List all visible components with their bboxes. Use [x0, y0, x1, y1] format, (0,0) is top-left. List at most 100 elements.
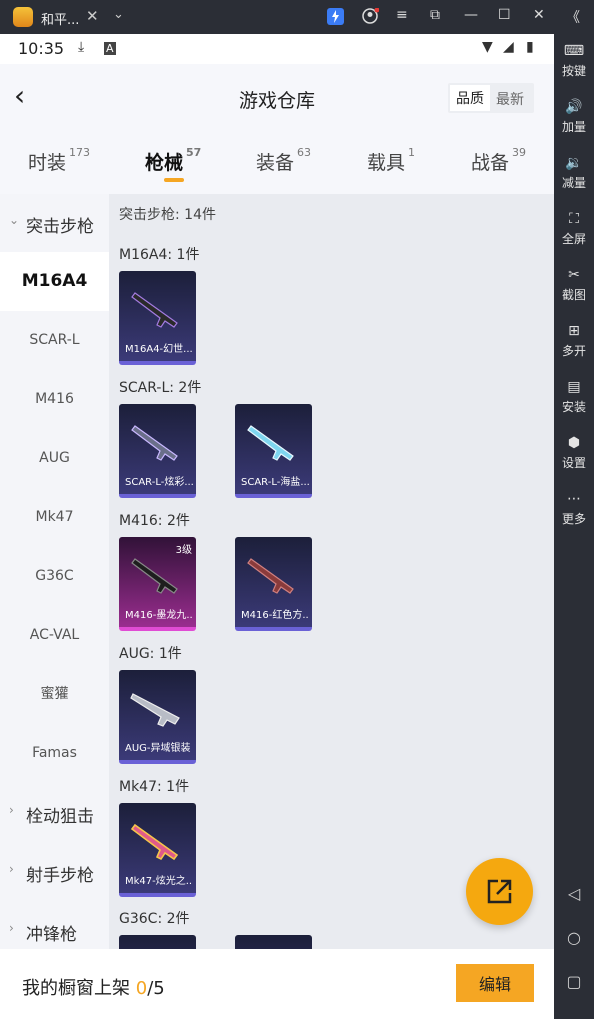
skin-card[interactable] [235, 935, 312, 949]
category-tabs: 时装 173 枪械 57 装备 63 载具 1 战备 39 [0, 132, 554, 194]
edit-button[interactable]: 编辑 [456, 964, 534, 1002]
nav-group-smg[interactable]: › 冲锋枪 [0, 902, 109, 949]
sort-quality-button[interactable]: 品质 [450, 85, 490, 111]
phone-status-bar: 10:35 ⤓ A ▼ ◢ ▮ [0, 34, 554, 64]
showcase-bar: 我的橱窗上架 0/5 编辑 [0, 949, 554, 1019]
tab-supplies[interactable]: 战备 39 [471, 146, 526, 175]
accelerator-icon[interactable] [327, 8, 344, 29]
tab-vehicles[interactable]: 载具 1 [367, 146, 415, 175]
section-title: M416: 2件 [119, 513, 190, 529]
apk-install-button[interactable]: ▤ 安装 [554, 378, 594, 415]
section-title: G36C: 2件 [119, 911, 190, 927]
status-time: 10:35 [18, 39, 65, 58]
more-icon: ⋯ [567, 491, 581, 507]
window-close-icon[interactable]: ✕ [533, 7, 545, 23]
rifle-icon [247, 558, 294, 594]
tab-close-icon[interactable]: ✕ [86, 7, 99, 25]
category-total: 突击步枪: 14件 [119, 207, 216, 223]
recents-nav-icon[interactable]: ▢ [554, 972, 594, 991]
volume-down-button[interactable]: 🔉 减量 [554, 154, 594, 191]
chevron-down-icon: ⌄ [9, 213, 20, 227]
skin-card[interactable]: SCAR-L-炫彩... [119, 404, 196, 498]
section-title: SCAR-L: 2件 [119, 380, 202, 396]
keyboard-button[interactable]: ⌨ 按键 [554, 42, 594, 79]
skin-name: M416-红色方... [241, 610, 309, 621]
more-button[interactable]: ⋯ 更多 [554, 490, 594, 527]
app-icon [13, 7, 33, 27]
rifle-icon [247, 425, 294, 461]
chevron-right-icon: › [9, 862, 14, 876]
skin-card[interactable]: 3级 M416-墨龙九... [119, 537, 196, 631]
tab-fashion[interactable]: 时装 173 [28, 146, 90, 175]
chevron-right-icon: › [9, 803, 14, 817]
rifle-icon [131, 292, 178, 328]
sort-latest-button[interactable]: 最新 [496, 89, 524, 109]
rifle-icon [131, 558, 178, 594]
rifle-icon [130, 823, 179, 861]
skin-name: M16A4-幻世... [125, 344, 193, 355]
tab-equipment[interactable]: 装备 63 [256, 146, 311, 175]
nav-item-m16a4[interactable]: M16A4 [0, 252, 109, 311]
skin-card[interactable]: SCAR-L-海盐... [235, 404, 312, 498]
rifle-icon [130, 693, 180, 727]
skin-card[interactable]: M16A4-幻世... [119, 271, 196, 365]
collapse-sidebar-icon[interactable]: 《 [566, 7, 580, 27]
nav-item-mk47[interactable]: Mk47 [0, 488, 109, 547]
skin-name: Mk47-炫光之... [125, 876, 193, 887]
minimize-icon[interactable]: — [464, 7, 478, 23]
section-title: AUG: 1件 [119, 646, 182, 662]
fullscreen-button[interactable]: ⛶ 全屏 [554, 210, 594, 247]
skin-name: SCAR-L-炫彩... [125, 477, 193, 488]
emulator-title-bar: 和平... ✕ ⌄ ≡ ⧉ — ☐ ✕ 《 [0, 0, 594, 34]
skin-card[interactable] [119, 935, 196, 949]
notification-icon: A [104, 42, 116, 55]
chevron-right-icon: › [9, 921, 14, 935]
menu-icon[interactable]: ≡ [396, 7, 408, 23]
tab-firearms[interactable]: 枪械 57 [145, 146, 201, 175]
active-tab-indicator [164, 178, 184, 182]
showcase-status: 我的橱窗上架 0/5 [22, 978, 165, 999]
fullscreen-icon: ⛶ [569, 211, 579, 227]
sort-toggle: 品质 最新 [448, 83, 534, 113]
nav-item-famas[interactable]: Famas [0, 724, 109, 783]
page-header: ‹ 游戏仓库 品质 最新 [0, 64, 554, 132]
maximize-icon[interactable]: ☐ [498, 7, 511, 23]
skin-card[interactable]: AUG-异域银装 [119, 670, 196, 764]
tab-menu-chevron-icon[interactable]: ⌄ [113, 7, 124, 22]
signal-icon: ◢ [503, 39, 514, 55]
share-fab[interactable] [466, 858, 533, 925]
rifle-icon [131, 425, 178, 461]
nav-group-marksman[interactable]: › 射手步枪 [0, 843, 109, 901]
nav-item-g36c[interactable]: G36C [0, 547, 109, 606]
volume-up-button[interactable]: 🔊 加量 [554, 98, 594, 135]
settings-button[interactable]: ⬢ 设置 [554, 434, 594, 471]
nav-group-bolt-action[interactable]: › 栓动狙击 [0, 784, 109, 842]
account-icon[interactable] [362, 7, 380, 29]
nav-item-aug[interactable]: AUG [0, 429, 109, 488]
nav-item-m416[interactable]: M416 [0, 370, 109, 429]
keyboard-icon: ⌨ [563, 43, 585, 59]
nav-item-honey-badger[interactable]: 蜜獾 [0, 665, 109, 724]
home-nav-icon[interactable]: ○ [554, 928, 594, 947]
section-title: Mk47: 1件 [119, 779, 190, 795]
screenshot-button[interactable]: ✂ 截图 [554, 266, 594, 303]
wifi-icon: ▼ [482, 39, 493, 55]
share-out-icon [487, 879, 512, 904]
back-nav-icon[interactable]: ◁ [554, 884, 594, 903]
emulator-sidebar: ⌨ 按键 🔊 加量 🔉 减量 ⛶ 全屏 ✂ 截图 ⊞ 多开 ▤ 安装 ⬢ 设置 ⋯ 更多 ◁ ○ … [554, 34, 594, 1019]
nav-item-ac-val[interactable]: AC-VAL [0, 606, 109, 665]
skin-name: SCAR-L-海盐... [241, 477, 309, 488]
pip-icon[interactable]: ⧉ [430, 7, 440, 23]
nav-group-assault-rifles[interactable]: ⌄ 突击步枪 [0, 194, 109, 252]
skin-name: AUG-异域银装 [125, 743, 191, 754]
skin-card[interactable]: Mk47-炫光之... [119, 803, 196, 897]
nav-item-scar-l[interactable]: SCAR-L [0, 311, 109, 370]
volume-down-icon: 🔉 [565, 155, 583, 171]
apk-install-icon: ▤ [567, 379, 581, 395]
app-tab-title[interactable]: 和平... [41, 9, 79, 28]
skin-card[interactable]: M416-红色方... [235, 537, 312, 631]
weapon-type-nav: ⌄ 突击步枪 M16A4 SCAR-L M416 AUG Mk47 G36C A… [0, 194, 109, 949]
download-icon: ⤓ [78, 39, 85, 55]
multi-instance-button[interactable]: ⊞ 多开 [554, 322, 594, 359]
multi-instance-icon: ⊞ [568, 323, 580, 339]
